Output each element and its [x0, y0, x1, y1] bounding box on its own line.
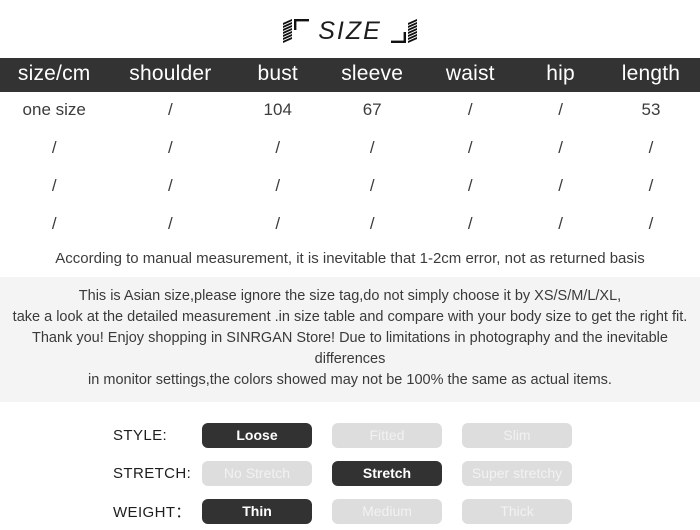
size-table-body: one size / 104 67 / / 53 / / / / / / / /…	[0, 92, 700, 243]
attribute-label-style: STYLE:	[113, 426, 168, 444]
cell-bust: /	[275, 176, 281, 195]
weight-option-thick[interactable]: Thick	[462, 498, 572, 524]
size-chart-page: SIZE size/cm shoulder bust sleeve waist …	[0, 0, 700, 530]
cell-shoulder: /	[167, 100, 173, 119]
attribute-row-style: STYLE: Loose Fitted Slim	[0, 416, 700, 454]
cell-hip: /	[558, 214, 563, 233]
column-header-bust: bust	[257, 62, 298, 85]
cell-shoulder: /	[167, 138, 173, 157]
cell-shoulder: /	[167, 214, 173, 233]
cell-hip: /	[558, 100, 563, 119]
page-title-text: SIZE	[318, 16, 382, 45]
description-line-3: Thank you! Enjoy shopping in SINRGAN Sto…	[32, 330, 668, 367]
style-option-slim[interactable]: Slim	[462, 422, 572, 448]
attribute-row-stretch: STRETCH: No Stretch Stretch Super stretc…	[0, 454, 700, 492]
column-header-sleeve: sleeve	[341, 62, 404, 85]
description-line-4: in monitor settings,the colors showed ma…	[88, 372, 612, 388]
cell-sleeve: /	[369, 214, 375, 233]
table-row: / / / / / / /	[0, 129, 700, 167]
attribute-row-weight: WEIGHT： Thin Medium Thick	[0, 492, 700, 530]
cell-waist: /	[467, 214, 473, 233]
page-title: SIZE	[0, 0, 700, 58]
cell-length: /	[648, 138, 654, 157]
table-row: / / / / / / /	[0, 205, 700, 243]
cell-length: /	[648, 214, 654, 233]
title-inner: SIZE	[283, 17, 417, 46]
cell-hip: /	[558, 176, 563, 195]
cell-bust: /	[275, 138, 281, 157]
style-option-loose[interactable]: Loose	[202, 422, 312, 448]
size-table: size/cm shoulder bust sleeve waist hip l…	[0, 58, 700, 243]
description-line-2: take a look at the detailed measurement …	[12, 309, 688, 325]
description-band: This is Asian size,please ignore the siz…	[0, 277, 700, 402]
column-header-size: size/cm	[17, 62, 91, 85]
size-table-head: size/cm shoulder bust sleeve waist hip l…	[0, 58, 700, 92]
column-header-length: length	[621, 62, 681, 85]
cell-size: /	[51, 138, 57, 157]
description-line-1: This is Asian size,please ignore the siz…	[78, 288, 622, 304]
cell-size: /	[51, 176, 57, 195]
column-header-waist: waist	[445, 62, 495, 85]
table-row: one size / 104 67 / / 53	[0, 92, 700, 129]
cell-length: /	[648, 176, 654, 195]
cell-size: /	[51, 214, 57, 233]
size-table-wrapper: size/cm shoulder bust sleeve waist hip l…	[0, 58, 700, 243]
cell-hip: /	[558, 138, 563, 157]
cell-length: 53	[641, 100, 661, 119]
attribute-label-stretch: STRETCH:	[113, 464, 192, 482]
table-row: / / / / / / /	[0, 167, 700, 205]
cell-waist: /	[467, 176, 473, 195]
stretch-option-no-stretch[interactable]: No Stretch	[202, 460, 312, 486]
ruler-bracket-left-icon	[283, 19, 310, 43]
ruler-bracket-right-icon	[390, 19, 417, 43]
stretch-option-stretch[interactable]: Stretch	[332, 460, 442, 486]
cell-sleeve: /	[369, 176, 375, 195]
cell-bust: /	[275, 214, 281, 233]
weight-option-medium[interactable]: Medium	[332, 498, 442, 524]
cell-waist: /	[467, 100, 473, 119]
attribute-label-weight: WEIGHT：	[113, 503, 191, 521]
cell-size: one size	[22, 100, 86, 119]
cell-shoulder: /	[167, 176, 173, 195]
cell-sleeve: /	[369, 138, 375, 157]
column-header-hip: hip	[546, 62, 575, 85]
weight-option-thin[interactable]: Thin	[202, 498, 312, 524]
cell-bust: 104	[263, 100, 292, 119]
attribute-selectors: STYLE: Loose Fitted Slim STRETCH: No Str…	[0, 402, 700, 530]
cell-sleeve: 67	[362, 100, 382, 119]
cell-waist: /	[467, 138, 473, 157]
stretch-option-super-stretchy[interactable]: Super stretchy	[462, 460, 572, 486]
manual-measurement-note: According to manual measurement, it is i…	[0, 243, 700, 277]
column-header-shoulder: shoulder	[129, 62, 212, 85]
table-header-row: size/cm shoulder bust sleeve waist hip l…	[0, 58, 700, 92]
style-option-fitted[interactable]: Fitted	[332, 422, 442, 448]
